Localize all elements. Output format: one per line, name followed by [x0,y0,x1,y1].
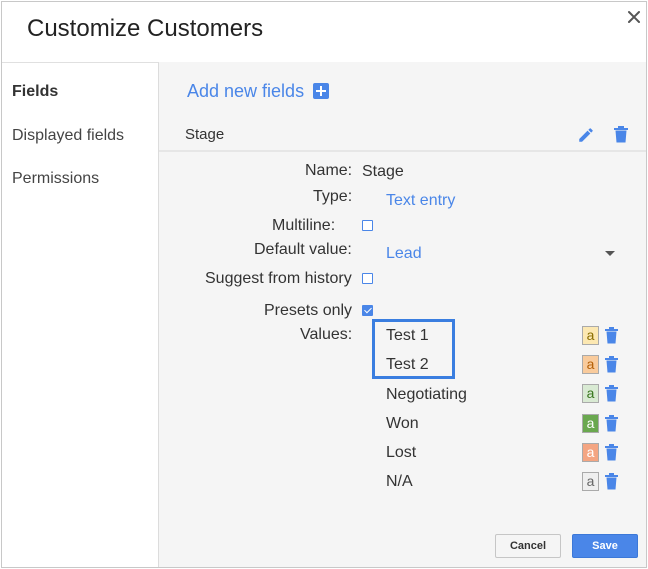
trash-icon[interactable] [605,327,618,344]
value-item[interactable]: Test 2 [386,356,429,374]
dialog-title: Customize Customers [27,15,264,42]
cancel-button[interactable]: Cancel [495,534,561,558]
value-item[interactable]: Lost [386,444,416,462]
customize-dialog: Customize Customers Fields Displayed fie… [1,1,647,568]
value-item[interactable]: Won [386,415,419,433]
trash-icon[interactable] [605,444,618,461]
color-swatch[interactable]: a [582,472,599,491]
fields-panel: Add new fields Stage Name: Stage Type: T… [159,62,646,567]
color-swatch[interactable]: a [582,355,599,374]
type-select[interactable]: Text entry [386,192,455,210]
trash-icon[interactable] [605,385,618,402]
sidebar-item-displayed-fields[interactable]: Displayed fields [12,127,124,145]
value-item[interactable]: Test 1 [386,327,429,345]
color-swatch[interactable]: a [582,326,599,345]
sidebar-item-fields[interactable]: Fields [12,83,58,101]
add-new-fields-link[interactable]: Add new fields [187,81,304,102]
multiline-label: Multiline: [272,217,336,234]
presets-only-label: Presets only [264,302,353,319]
suggest-from-history-label: Suggest from history [205,270,352,287]
trash-icon[interactable] [605,473,618,490]
presets-only-checkbox[interactable] [362,305,373,316]
save-button[interactable]: Save [572,534,638,558]
value-item[interactable]: Negotiating [386,386,467,404]
color-swatch[interactable]: a [582,414,599,433]
sidebar-item-permissions[interactable]: Permissions [12,170,99,188]
type-label: Type: [313,188,353,205]
sidebar: Fields Displayed fields Permissions [2,62,159,567]
add-box-icon[interactable] [313,83,329,99]
name-value[interactable]: Stage [362,163,404,181]
values-label: Values: [300,326,353,343]
default-value-label: Default value: [254,241,352,258]
name-label: Name: [305,162,353,179]
default-value-select[interactable]: Lead [386,245,422,263]
trash-icon[interactable] [605,415,618,432]
pencil-icon[interactable] [577,126,595,144]
value-item[interactable]: N/A [386,473,413,491]
divider [159,150,646,152]
suggest-from-history-checkbox[interactable] [362,273,373,284]
color-swatch[interactable]: a [582,384,599,403]
close-icon[interactable] [625,8,643,26]
chevron-down-icon[interactable] [605,251,615,256]
color-swatch[interactable]: a [582,443,599,462]
field-header-title: Stage [185,126,225,143]
trash-icon[interactable] [613,125,629,143]
multiline-checkbox[interactable] [362,220,373,231]
trash-icon[interactable] [605,356,618,373]
